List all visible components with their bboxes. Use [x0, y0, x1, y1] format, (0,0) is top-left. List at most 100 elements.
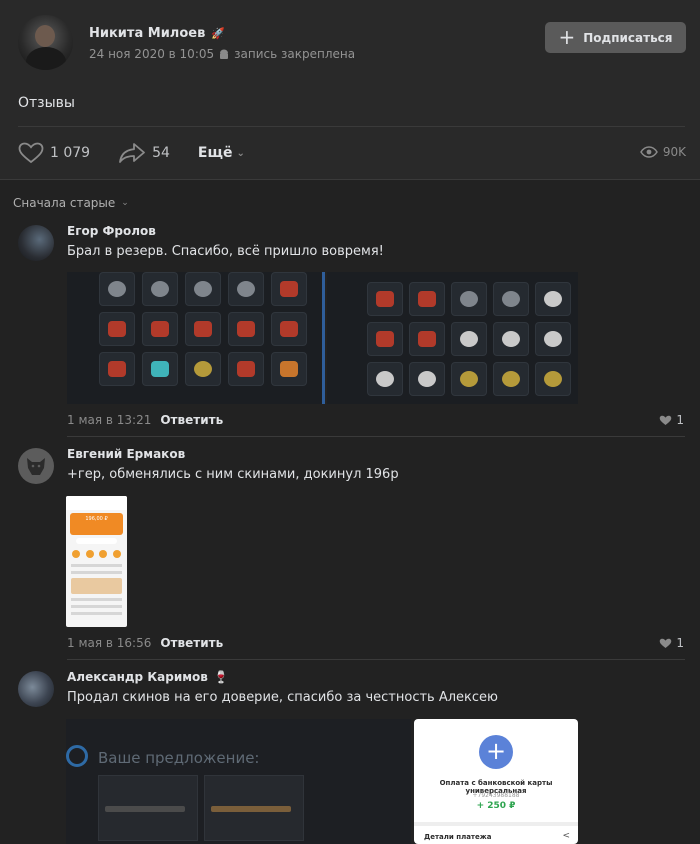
commenter-name[interactable]: Егор Фролов — [67, 224, 384, 238]
inventory-slot — [451, 322, 487, 356]
commenter-name-row: Александр Каримов 🍷 — [67, 670, 498, 684]
inventory-slot — [409, 362, 445, 396]
inventory-slot — [185, 312, 221, 346]
subscribe-button[interactable]: + Подписаться — [545, 22, 686, 53]
author-name[interactable]: Никита Милоев — [89, 26, 205, 41]
inventory-slot — [142, 272, 178, 306]
wine-glass-icon: 🍷 — [213, 670, 229, 684]
screenshot-button — [76, 538, 117, 544]
inventory-slot — [142, 352, 178, 386]
scrollbar-strip — [322, 272, 325, 404]
share-icon: < — [562, 831, 570, 841]
inventory-slot — [228, 272, 264, 306]
inventory-slot — [535, 362, 571, 396]
views-counter: 90K — [639, 145, 686, 159]
attachment-photo[interactable] — [327, 272, 578, 404]
inventory-slot — [367, 322, 403, 356]
comment-divider — [67, 436, 685, 437]
comment-text: +гер, обменялись с ним скинами, докинул … — [67, 467, 399, 482]
screenshot-line — [71, 612, 122, 615]
attachment-photo[interactable] — [67, 272, 325, 404]
plus-icon: + — [558, 24, 576, 49]
commenter-avatar[interactable] — [18, 671, 54, 707]
offer-slot — [98, 775, 198, 841]
comment-time[interactable]: 1 мая в 13:21 — [67, 413, 151, 427]
comment-like-button[interactable]: 1 — [659, 413, 684, 427]
comment-body: Егор Фролов Брал в резерв. Спасибо, всё … — [67, 224, 384, 259]
screenshot-banner — [71, 578, 122, 594]
comment-divider — [67, 659, 685, 660]
android-icon — [220, 49, 229, 59]
offer-slot — [204, 775, 304, 841]
chevron-down-icon: ⌄ — [121, 198, 129, 208]
pinned-label: запись закреплена — [234, 47, 356, 61]
commenter-name[interactable]: Евгений Ермаков — [67, 447, 399, 461]
comment-like-button[interactable]: 1 — [659, 636, 684, 650]
share-icon — [119, 143, 145, 163]
more-button[interactable]: Ещё ⌄ — [198, 145, 245, 161]
rocket-icon: 🚀 — [211, 27, 225, 40]
sort-dropdown[interactable]: Сначала старые ⌄ — [13, 196, 129, 210]
commenter-avatar[interactable] — [18, 225, 54, 261]
inventory-slot — [142, 312, 178, 346]
screenshot-line — [71, 571, 122, 574]
inventory-slot — [228, 312, 264, 346]
inventory-slot — [535, 282, 571, 316]
screenshot-line — [71, 564, 122, 567]
reply-button[interactable]: Ответить — [160, 413, 223, 427]
comment-body: Александр Каримов 🍷 Продал скинов на его… — [67, 670, 498, 705]
attachment-photo[interactable]: Ваше предложение: — [66, 719, 411, 844]
more-label: Ещё — [197, 145, 233, 161]
inventory-slot — [493, 282, 529, 316]
post-card: Никита Милоев 🚀 24 ноя 2020 в 10:05 запи… — [0, 0, 700, 180]
post-divider — [18, 126, 685, 127]
post-header: Никита Милоев 🚀 24 ноя 2020 в 10:05 запи… — [18, 15, 355, 70]
attachment-photo[interactable]: 196,00 ₽ — [66, 496, 127, 627]
like-count: 1 079 — [50, 145, 91, 161]
share-count: 54 — [152, 145, 170, 161]
inventory-slot — [271, 272, 307, 306]
inventory-slot — [367, 282, 403, 316]
plus-icon: + — [479, 735, 513, 769]
inventory-slot — [409, 282, 445, 316]
inventory-slot — [451, 362, 487, 396]
inventory-slot — [493, 362, 529, 396]
screenshot-balance: 196,00 ₽ — [70, 513, 123, 535]
heart-icon — [660, 415, 672, 425]
comment-meta: 1 мая в 13:21 Ответить — [67, 413, 223, 427]
comment-time[interactable]: 1 мая в 16:56 — [67, 636, 151, 650]
offer-icon — [66, 745, 88, 767]
author-avatar[interactable] — [18, 15, 73, 70]
screenshot-line — [71, 605, 122, 608]
comment-text: Продал скинов на его доверие, спасибо за… — [67, 690, 498, 705]
screenshot-line — [71, 598, 122, 601]
reply-button[interactable]: Ответить — [160, 636, 223, 650]
offer-title: Ваше предложение: — [98, 749, 260, 767]
inventory-slot — [367, 362, 403, 396]
like-button[interactable]: 1 079 — [18, 142, 90, 164]
inventory-slot — [99, 272, 135, 306]
dog-icon — [27, 458, 45, 475]
share-button[interactable]: 54 — [118, 142, 170, 164]
payment-phone: +79243988188 — [472, 792, 520, 799]
eye-icon — [639, 146, 658, 158]
inventory-slot — [409, 322, 445, 356]
inventory-slot — [185, 352, 221, 386]
sort-label: Сначала старые — [13, 196, 116, 210]
subscribe-label: Подписаться — [583, 30, 673, 45]
post-actions: 1 079 54 Ещё ⌄ 90K — [18, 141, 688, 165]
heart-icon — [660, 638, 672, 648]
author-info: Никита Милоев 🚀 24 ноя 2020 в 10:05 запи… — [89, 26, 355, 70]
comment-like-count: 1 — [676, 413, 684, 427]
inventory-slot — [228, 352, 264, 386]
screenshot-icons — [69, 550, 124, 558]
payment-details: Детали платежа — [424, 833, 492, 841]
inventory-slot — [185, 272, 221, 306]
attachment-photo[interactable]: + Оплата с банковской карты универсальна… — [414, 719, 578, 844]
views-count: 90K — [662, 145, 686, 159]
payment-amount: + 250 ₽ — [476, 801, 516, 811]
inventory-slot — [493, 322, 529, 356]
post-date[interactable]: 24 ноя 2020 в 10:05 — [89, 47, 214, 61]
commenter-avatar[interactable] — [18, 448, 54, 484]
commenter-name[interactable]: Александр Каримов — [67, 670, 208, 684]
